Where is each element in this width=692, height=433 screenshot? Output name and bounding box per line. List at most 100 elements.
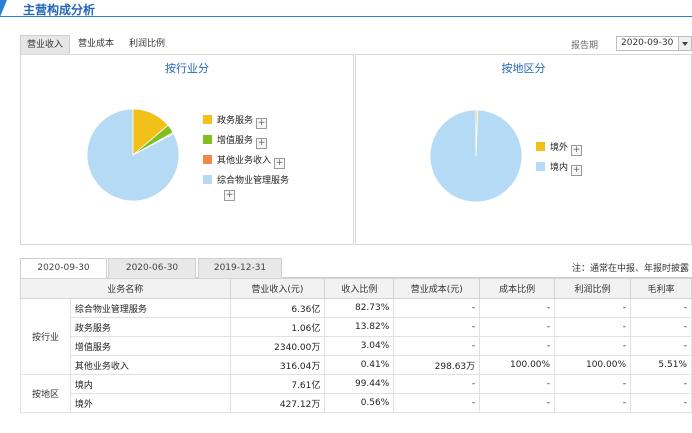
cell-name: 境外 [69, 393, 231, 413]
legend-swatch [203, 175, 212, 184]
legend-label: 其他业务收入 [217, 156, 272, 166]
header-profit-ratio: 利润比例 [554, 278, 632, 299]
legend-item-property-mgmt: 综合物业管理服务 [203, 175, 289, 187]
cell-revenue-ratio: 13.82% [324, 317, 395, 337]
cell-name: 综合物业管理服务 [69, 298, 231, 318]
metric-tabbar: 营业收入 营业成本 利润比例 报告期 2020-09-30 [20, 35, 692, 54]
cell-cost-ratio: - [479, 336, 556, 356]
cell-gross-margin: - [630, 393, 692, 413]
cell-cost-ratio: - [479, 298, 556, 318]
industry-panel: 按行业分 政务服务 + 增值服务 + 其他业务收入 + 综合物业管理服务 + [20, 54, 354, 245]
section-divider [0, 16, 692, 17]
cell-cost: - [393, 317, 481, 337]
industry-pie-chart [86, 108, 180, 202]
legend-swatch [536, 142, 545, 151]
legend-label: 政务服务 [217, 116, 254, 126]
header-revenue: 营业收入(元) [229, 278, 326, 299]
table-row: 境外 427.12万 0.56% - - - - [21, 393, 692, 413]
expand-plus-icon[interactable]: + [256, 118, 268, 129]
legend-swatch [203, 135, 212, 144]
legend-label: 境内 [550, 163, 569, 173]
legend-item-value-added: 增值服务 + [203, 135, 268, 149]
cell-cost: - [393, 374, 481, 394]
cell-profit-ratio: - [554, 374, 632, 394]
cell-profit-ratio: - [554, 317, 632, 337]
legend-swatch [203, 155, 212, 164]
legend-swatch [203, 115, 212, 124]
tab-date-2020-09-30[interactable]: 2020-09-30 [20, 258, 107, 279]
cell-revenue-ratio: 0.41% [324, 355, 395, 375]
tab-cost[interactable]: 营业成本 [72, 35, 120, 54]
cell-profit-ratio: - [554, 393, 632, 413]
table-row: 其他业务收入 316.04万 0.41% 298.63万 100.00% 100… [21, 355, 692, 375]
cell-gross-margin: 5.51% [630, 355, 692, 375]
cell-revenue-ratio: 99.44% [324, 374, 395, 394]
expand-plus-icon[interactable]: + [224, 190, 235, 201]
cell-cost-ratio: - [479, 317, 556, 337]
expand-plus-icon[interactable]: + [571, 145, 583, 156]
legend-swatch [536, 162, 545, 171]
section-accent-icon [0, 0, 7, 17]
section-header: 主营构成分析 [0, 0, 692, 22]
tab-date-2019-12-31[interactable]: 2019-12-31 [198, 258, 282, 278]
header-cost: 营业成本(元) [393, 278, 481, 299]
period-label: 报告期 [570, 41, 598, 51]
table-header-row: 业务名称 营业收入(元) 收入比例 营业成本(元) 成本比例 利润比例 毛利率 [20, 278, 692, 299]
cell-cost: - [393, 336, 481, 356]
cell-cost: 298.63万 [393, 355, 481, 375]
disclosure-note: 注：通常在中报、年报时披露 [571, 264, 689, 274]
expand-plus-icon[interactable]: + [256, 138, 268, 149]
table-row: 增值服务 2340.00万 3.04% - - - - [21, 336, 692, 356]
cell-name: 境内 [69, 374, 231, 394]
header-revenue-ratio: 收入比例 [324, 278, 395, 299]
cell-revenue: 7.61亿 [229, 374, 326, 394]
revenue-breakdown-table: 业务名称 营业收入(元) 收入比例 营业成本(元) 成本比例 利润比例 毛利率 … [20, 278, 692, 413]
legend-label: 增值服务 [217, 136, 254, 146]
cell-revenue: 2340.00万 [229, 336, 326, 356]
cell-revenue: 1.06亿 [229, 317, 326, 337]
expand-plus-icon[interactable]: + [571, 165, 583, 176]
cell-cost: - [393, 393, 481, 413]
cell-revenue: 427.12万 [229, 393, 326, 413]
cell-gross-margin: - [630, 317, 692, 337]
cell-gross-margin: - [630, 374, 692, 394]
region-panel-title: 按地区分 [501, 62, 546, 75]
cell-gross-margin: - [630, 336, 692, 356]
header-cost-ratio: 成本比例 [479, 278, 556, 299]
legend-item-other-income: 其他业务收入 + [203, 155, 286, 169]
cell-revenue-ratio: 82.73% [324, 298, 395, 318]
cell-revenue-ratio: 0.56% [324, 393, 395, 413]
cell-name: 增值服务 [69, 336, 231, 356]
date-tabbar: 2020-09-30 2020-06-30 2019-12-31 注：通常在中报… [20, 258, 692, 279]
expand-plus-icon[interactable]: + [274, 158, 286, 169]
legend-item-government: 政务服务 + [203, 115, 268, 129]
cell-name: 政务服务 [69, 317, 231, 337]
cell-profit-ratio: 100.00% [554, 355, 632, 375]
cell-gross-margin: - [630, 298, 692, 318]
tab-profit-ratio[interactable]: 利润比例 [123, 35, 171, 54]
legend-item-domestic: 境内 + [536, 162, 583, 176]
group-label-region: 按地区 [20, 374, 71, 413]
cell-revenue: 6.36亿 [229, 298, 326, 318]
legend-label: 境外 [550, 143, 569, 153]
cell-profit-ratio: - [554, 336, 632, 356]
group-label-industry: 按行业 [20, 298, 71, 375]
header-business-name: 业务名称 [20, 278, 231, 299]
period-select[interactable]: 2020-09-30 [616, 36, 692, 51]
cell-cost-ratio: 100.00% [479, 355, 556, 375]
region-pie-chart [429, 109, 523, 203]
legend-item-overseas: 境外 + [536, 142, 583, 156]
cell-cost-ratio: - [479, 374, 556, 394]
cell-revenue: 316.04万 [229, 355, 326, 375]
header-gross-margin: 毛利率 [630, 278, 692, 299]
cell-profit-ratio: - [554, 298, 632, 318]
cell-revenue-ratio: 3.04% [324, 336, 395, 356]
table-row: 按地区 境内 7.61亿 99.44% - - - - [20, 374, 692, 413]
cell-cost-ratio: - [479, 393, 556, 413]
tab-date-2020-06-30[interactable]: 2020-06-30 [108, 258, 196, 278]
chevron-down-icon[interactable] [678, 37, 691, 50]
cell-name: 其他业务收入 [69, 355, 231, 375]
tab-revenue[interactable]: 营业收入 [20, 35, 71, 54]
legend-label: 综合物业管理服务 [217, 176, 290, 186]
industry-panel-title: 按行业分 [165, 62, 209, 75]
